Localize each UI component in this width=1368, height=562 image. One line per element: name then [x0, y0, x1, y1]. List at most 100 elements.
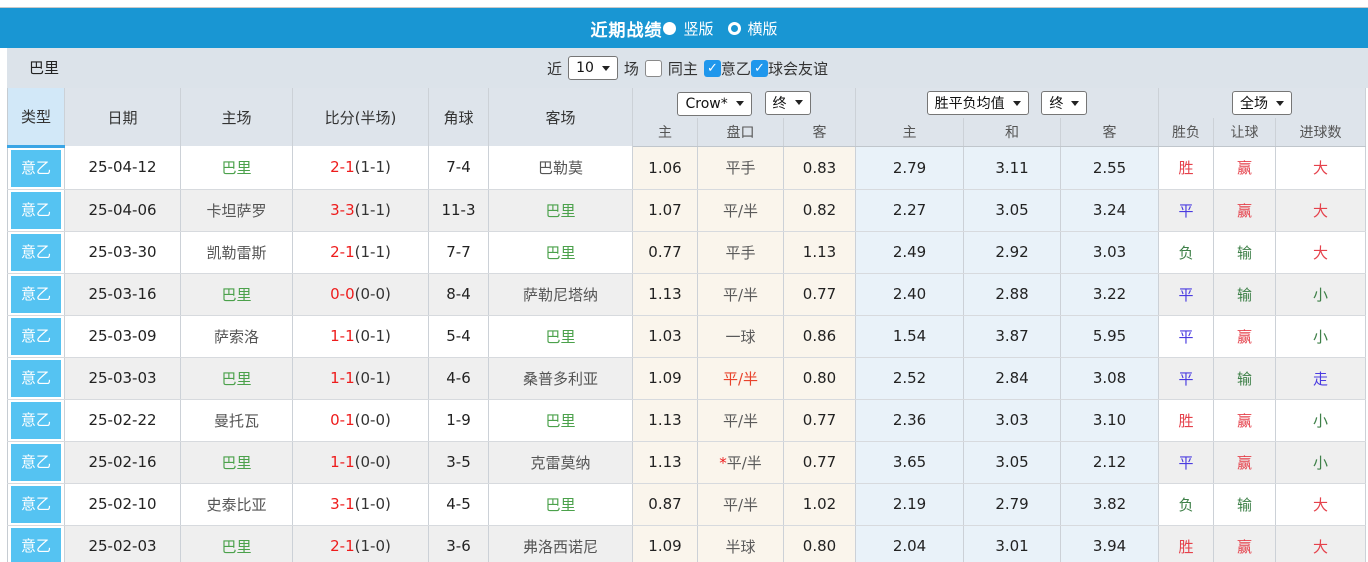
cell-date: 25-03-16 — [64, 273, 181, 316]
subcol-lose: 客 — [1060, 118, 1160, 147]
cell-handicap-result: 输 — [1213, 357, 1277, 400]
cell-result: 胜 — [1158, 146, 1215, 190]
handicap-text: 一球 — [725, 327, 756, 346]
result-group-header: 全场 — [1158, 88, 1367, 118]
col-header-away: 客场 — [488, 88, 633, 146]
cell-corners: 7-7 — [428, 231, 489, 274]
halftime-score: (1-0) — [354, 537, 391, 555]
friendly-checkbox[interactable]: ✓ — [750, 59, 768, 77]
cell-handicap: 平/半 — [697, 357, 784, 400]
cell-score: 3-3(1-1) — [292, 189, 429, 232]
halftime-score: (1-0) — [354, 495, 391, 513]
cell-away-team[interactable]: 桑普多利亚 — [488, 357, 633, 400]
table-row: 意乙 25-03-30 凯勒雷斯 2-1(1-1) 7-7 巴里 0.77 平手 1.13 2.4… — [7, 231, 1367, 274]
fulltime-score: 3-1 — [330, 495, 355, 513]
table-row: 意乙 25-02-03 巴里 2-1(1-0) 3-6 弗洛西诺尼 1.09 半球 0.80 2.… — [7, 525, 1367, 562]
league-type-badge[interactable]: 意乙 — [11, 401, 61, 439]
cell-away-team[interactable]: 巴勒莫 — [488, 146, 633, 190]
cell-away-team[interactable]: 萨勒尼塔纳 — [488, 273, 633, 316]
cell-away-team[interactable]: 巴里 — [488, 399, 633, 442]
league-type-badge[interactable]: 意乙 — [11, 191, 61, 229]
table-body: 意乙 25-04-12 巴里 2-1(1-1) 7-4 巴勒莫 1.06 平手 0.83 2.79… — [7, 146, 1367, 562]
cell-handicap: 平/半 — [697, 483, 784, 526]
handicap-text: 平/半 — [726, 453, 762, 472]
league-type-badge[interactable]: 意乙 — [11, 527, 61, 562]
cell-draw-avg: 3.05 — [963, 189, 1062, 232]
cell-result: 平 — [1158, 273, 1215, 316]
horizontal-layout-radio[interactable] — [727, 21, 741, 35]
bookmaker-select[interactable]: Crow* — [677, 91, 752, 116]
cell-corners: 4-5 — [428, 483, 489, 526]
cell-handicap-result: 赢 — [1213, 525, 1277, 562]
subcol-win: 主 — [855, 118, 965, 147]
table-row: 意乙 25-02-22 曼托瓦 0-1(0-0) 1-9 巴里 1.13 平/半 0.77 2.3… — [7, 399, 1367, 442]
match-count-select[interactable]: 10 — [568, 56, 618, 80]
handicap-text: 平/半 — [722, 285, 759, 304]
cell-away-team[interactable]: 巴里 — [488, 315, 633, 358]
halftime-score: (1-1) — [354, 243, 391, 261]
cell-result: 平 — [1158, 315, 1215, 358]
league-checkbox[interactable]: ✓ — [703, 59, 721, 77]
cell-home-team[interactable]: 曼托瓦 — [180, 399, 293, 442]
cell-home-team[interactable]: 巴里 — [180, 146, 293, 190]
league-label[interactable]: 意乙 — [721, 58, 751, 79]
friendly-label[interactable]: 球会友谊 — [768, 58, 828, 79]
wdl-time-select[interactable]: 终 — [1041, 91, 1088, 115]
cell-away-team[interactable]: 巴里 — [488, 483, 633, 526]
cell-home-team[interactable]: 凯勒雷斯 — [180, 231, 293, 274]
odds-time-select[interactable]: 终 — [764, 90, 811, 115]
cell-corners: 7-4 — [428, 146, 489, 190]
cell-win-avg: 2.19 — [855, 483, 965, 526]
cell-home-team[interactable]: 萨索洛 — [180, 315, 293, 358]
cell-odds-away: 0.80 — [783, 357, 857, 400]
cell-home-team[interactable]: 巴里 — [180, 357, 293, 400]
cell-away-team[interactable]: 克雷莫纳 — [488, 441, 633, 484]
cell-home-team[interactable]: 卡坦萨罗 — [180, 189, 293, 232]
league-type-badge[interactable]: 意乙 — [11, 359, 61, 397]
vertical-layout-radio[interactable] — [663, 21, 677, 35]
cell-home-team[interactable]: 巴里 — [180, 441, 293, 484]
filter-bar: 巴里 近 10 场 同主 ✓ 意乙 ✓ 球会友谊 — [7, 48, 1368, 88]
league-type-badge[interactable]: 意乙 — [11, 149, 61, 187]
league-type-badge[interactable]: 意乙 — [11, 443, 61, 481]
cell-score: 2-1(1-1) — [292, 146, 429, 190]
cell-lose-avg: 2.55 — [1060, 146, 1160, 190]
cell-handicap: 半球 — [697, 525, 784, 562]
cell-lose-avg: 3.03 — [1060, 231, 1160, 274]
cell-away-team[interactable]: 巴里 — [488, 189, 633, 232]
col-header-type[interactable]: 类型 — [7, 88, 65, 148]
cell-odds-home: 0.87 — [632, 483, 698, 526]
subcol-goals: 进球数 — [1275, 118, 1367, 147]
cell-home-team[interactable]: 巴里 — [180, 525, 293, 562]
league-type-badge[interactable]: 意乙 — [11, 317, 61, 355]
halftime-score: (0-0) — [354, 453, 391, 471]
panel-title: 近期战绩 — [590, 20, 663, 41]
fulltime-score: 0-1 — [330, 411, 355, 429]
handicap-text: 平手 — [725, 159, 756, 177]
cell-away-team[interactable]: 弗洛西诺尼 — [488, 525, 633, 562]
league-type-badge[interactable]: 意乙 — [11, 485, 61, 523]
table-row: 意乙 25-02-10 史泰比亚 3-1(1-0) 4-5 巴里 0.87 平/半 1.02 2.… — [7, 483, 1367, 526]
wdl-average-select[interactable]: 胜平负均值 — [926, 91, 1029, 115]
same-home-label[interactable]: 同主 — [668, 58, 698, 79]
cell-odds-away: 0.82 — [783, 189, 857, 232]
same-home-checkbox[interactable] — [644, 59, 662, 77]
cell-odds-away: 0.77 — [783, 441, 857, 484]
vertical-layout-label[interactable]: 竖版 — [683, 18, 713, 39]
league-type-badge[interactable]: 意乙 — [11, 275, 61, 313]
cell-home-team[interactable]: 史泰比亚 — [180, 483, 293, 526]
cell-goals-result: 大 — [1275, 483, 1367, 526]
top-strip — [0, 0, 1368, 8]
handicap-text: 平/半 — [722, 411, 759, 430]
league-type-badge[interactable]: 意乙 — [11, 233, 61, 271]
fulltime-scope-select[interactable]: 全场 — [1232, 91, 1293, 115]
cell-draw-avg: 3.87 — [963, 315, 1062, 358]
cell-home-team[interactable]: 巴里 — [180, 273, 293, 316]
col-header-date: 日期 — [64, 88, 181, 146]
cell-corners: 11-3 — [428, 189, 489, 232]
cell-odds-away: 0.77 — [783, 273, 857, 316]
handicap-text: 平手 — [725, 243, 756, 262]
horizontal-layout-label[interactable]: 横版 — [748, 18, 778, 39]
cell-away-team[interactable]: 巴里 — [488, 231, 633, 274]
cell-date: 25-03-03 — [64, 357, 181, 400]
